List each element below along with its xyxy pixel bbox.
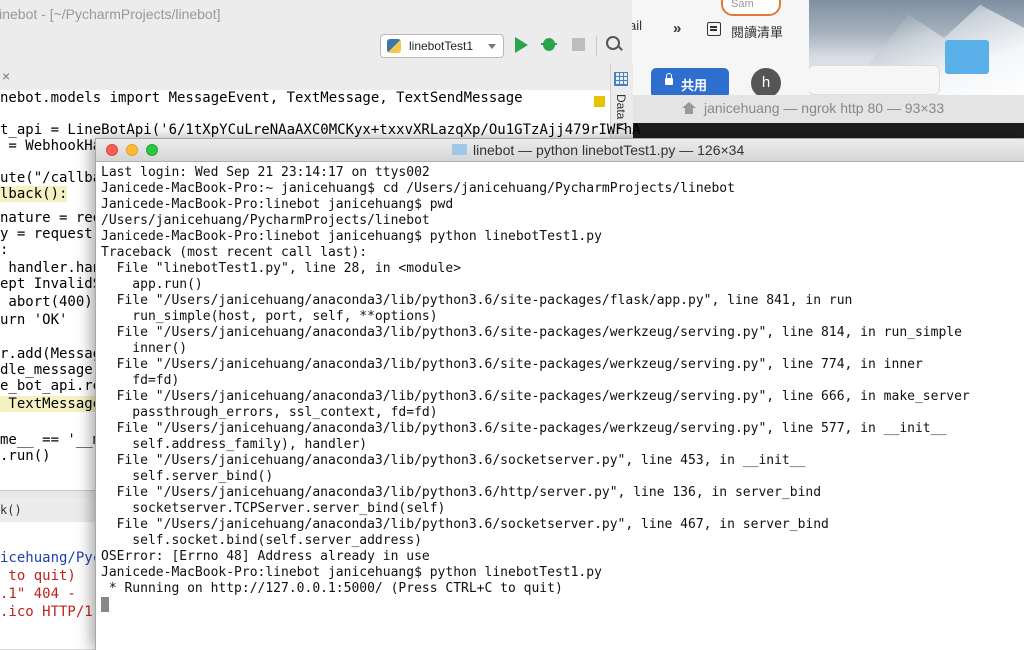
terminal-line: self.server_bind() [101, 469, 274, 484]
desktop-folder-icon[interactable] [945, 40, 989, 74]
more-chevron-icon[interactable]: » [673, 20, 681, 37]
terminal-line: /Users/janicehuang/PycharmProjects/lineb… [101, 213, 430, 228]
terminal-line: Janicede-MacBook-Pro:linebot janicehuang… [101, 197, 454, 212]
reading-list-icon[interactable] [707, 22, 721, 36]
terminal-line: File "/Users/janicehuang/anaconda3/lib/p… [101, 389, 970, 404]
home-icon [682, 102, 696, 114]
terminal-line: app.run() [101, 277, 203, 292]
code-line: nature = req [0, 210, 102, 226]
terminal-line: inner() [101, 341, 188, 356]
code-line: TextMessage [0, 396, 102, 412]
ngrok-window-title: janicehuang — ngrok http 80 — 93×33 [704, 100, 945, 116]
browser-window-fragment: Sam ail » 閱讀清單 共用 h [628, 0, 809, 98]
debug-icon[interactable] [541, 36, 557, 52]
grid-icon[interactable] [614, 72, 628, 86]
terminal-line: fd=fd) [101, 373, 180, 388]
code-line: = WebhookHa [0, 138, 102, 154]
console-line: icehuang/Pyc [0, 550, 102, 566]
code-line: : [0, 242, 9, 258]
terminal-line: self.socket.bind(self.server_address) [101, 533, 422, 548]
terminal-output[interactable]: Last login: Wed Sep 21 23:14:17 on ttys0… [96, 161, 1024, 650]
terminal-line: passthrough_errors, ssl_context, fd=fd) [101, 405, 438, 420]
pycharm-window-title: linebot - [~/PycharmProjects/linebot] [0, 6, 221, 22]
pycharm-toolbar: linebotTest1 [0, 28, 632, 65]
terminal-line: File "linebotTest1.py", line 28, in <mod… [101, 261, 462, 276]
terminal-line: File "/Users/janicehuang/anaconda3/lib/p… [101, 325, 962, 340]
code-line: urn 'OK' [0, 312, 68, 328]
top-pill-button[interactable]: Sam [721, 0, 781, 16]
code-line: handler.han [0, 260, 102, 276]
close-window-button[interactable] [106, 144, 118, 156]
code-line: lback(): [0, 186, 68, 202]
code-line: ept InvalidS [0, 276, 102, 292]
code-line: e_bot_api.re [0, 378, 102, 394]
browser-address-field[interactable] [808, 65, 940, 95]
run-config-select[interactable]: linebotTest1 [380, 34, 504, 58]
terminal-line: socketserver.TCPServer.server_bind(self) [101, 501, 446, 516]
terminal-line: Janicede-MacBook-Pro:linebot janicehuang… [101, 229, 602, 244]
code-line: nebot.models import MessageEvent, TextMe… [0, 90, 523, 106]
terminal-line: File "/Users/janicehuang/anaconda3/lib/p… [101, 421, 947, 436]
toolbar-divider [596, 36, 597, 56]
code-line: ute("/callba [0, 170, 102, 186]
code-line: .run() [0, 448, 51, 464]
terminal-line: self.address_family), handler) [101, 437, 368, 452]
ngrok-window-titlebar[interactable]: janicehuang — ngrok http 80 — 93×33 [628, 95, 1024, 124]
top-pill-label: Sam [731, 0, 754, 10]
terminal-line: * Running on http://127.0.0.1:5000/ (Pre… [101, 581, 563, 596]
share-button-label: 共用 [681, 78, 708, 93]
code-line: r.add(Messag [0, 346, 102, 362]
warning-marker-icon[interactable] [594, 96, 605, 107]
terminal-line: Janicede-MacBook-Pro:~ janicehuang$ cd /… [101, 181, 735, 196]
code-line: me__ == '__m [0, 432, 102, 448]
python-icon [387, 39, 401, 53]
terminal-line: File "/Users/janicehuang/anaconda3/lib/p… [101, 293, 853, 308]
terminal-line: OSError: [Errno 48] Address already in u… [101, 549, 430, 564]
terminal-titlebar[interactable]: linebot — python linebotTest1.py — 126×3… [96, 139, 1024, 162]
terminal-line: Janicede-MacBook-Pro:linebot janicehuang… [101, 565, 602, 580]
editor-tabbar: × [0, 64, 610, 91]
terminal-line: File "/Users/janicehuang/anaconda3/lib/p… [101, 485, 822, 500]
terminal-line: File "/Users/janicehuang/anaconda3/lib/p… [101, 453, 806, 468]
run-icon[interactable] [515, 37, 528, 53]
code-line: y = request. [0, 226, 102, 242]
console-line: .1" 404 - [0, 586, 76, 602]
terminal-cursor [101, 597, 109, 612]
console-line: to quit) [0, 568, 76, 584]
code-line: t_api = LineBotApi('6/1tXpYCuLreNAaAXC0M… [0, 122, 641, 138]
close-icon[interactable]: × [2, 68, 10, 84]
zoom-window-button[interactable] [146, 144, 158, 156]
avatar[interactable]: h [751, 68, 781, 98]
chevron-down-icon [488, 44, 496, 49]
lock-icon [665, 73, 673, 85]
run-config-label: linebotTest1 [409, 39, 474, 53]
code-line: dle_message( [0, 362, 102, 378]
share-button[interactable]: 共用 [651, 68, 729, 98]
terminal-line: File "/Users/janicehuang/anaconda3/lib/p… [101, 357, 923, 372]
stop-icon[interactable] [572, 38, 585, 51]
terminal-line: Last login: Wed Sep 21 23:14:17 on ttys0… [101, 165, 430, 180]
terminal-line: Traceback (most recent call last): [101, 245, 368, 260]
terminal-window-title: linebot — python linebotTest1.py — 126×3… [473, 142, 745, 158]
minimize-window-button[interactable] [126, 144, 138, 156]
terminal-window: linebot — python linebotTest1.py — 126×3… [95, 138, 1024, 650]
console-line: .ico HTTP/1. [0, 604, 102, 620]
terminal-line: File "/Users/janicehuang/anaconda3/lib/p… [101, 517, 829, 532]
reading-list-label[interactable]: 閱讀清單 [731, 22, 783, 41]
run-panel-label: k() [0, 503, 22, 517]
search-icon[interactable] [606, 36, 622, 52]
code-line: abort(400) [0, 294, 93, 310]
folder-icon [452, 144, 467, 155]
pycharm-titlebar[interactable]: linebot - [~/PycharmProjects/linebot] [0, 0, 632, 29]
terminal-line: run_simple(host, port, self, **options) [101, 309, 438, 324]
